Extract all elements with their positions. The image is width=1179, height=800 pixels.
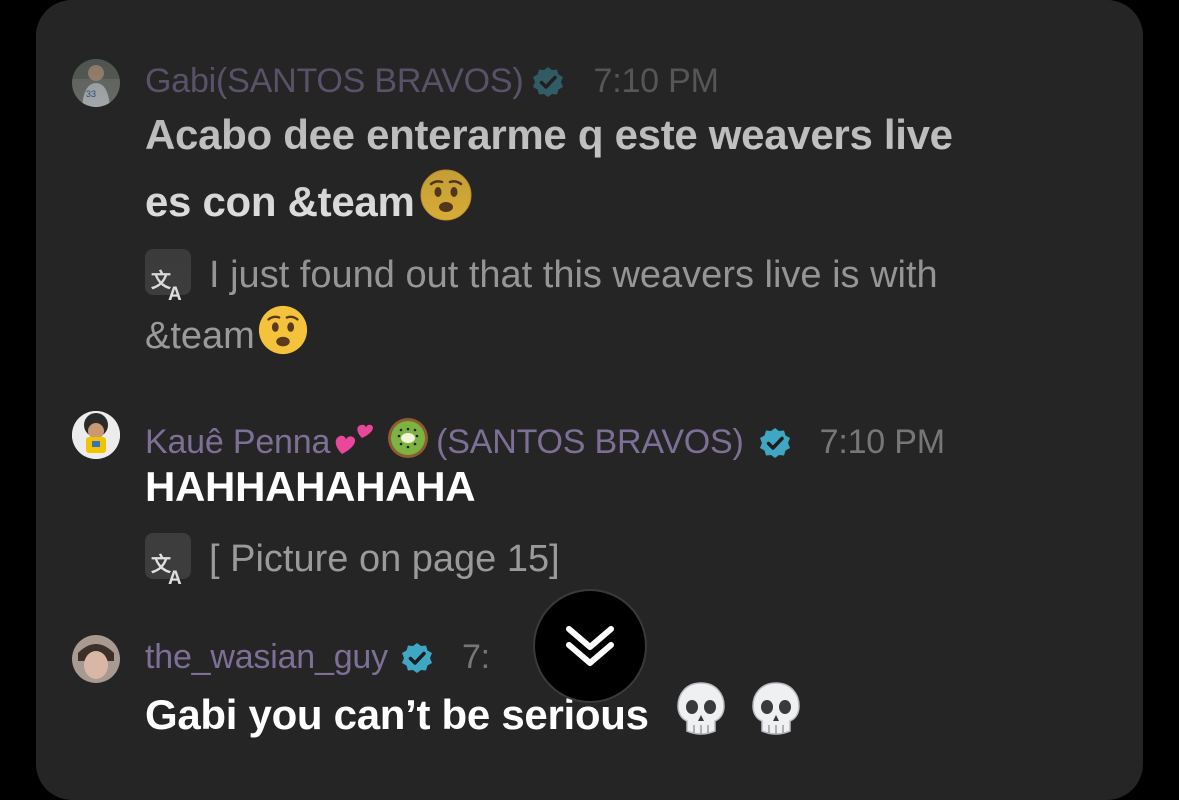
message-text-line: Acabo dee enterarme q este weavers live bbox=[145, 111, 953, 158]
avatar-gabi[interactable]: 33 bbox=[72, 59, 120, 107]
avatar-kaue[interactable] bbox=[72, 411, 120, 459]
message-header: the_wasian_guy 7: bbox=[145, 638, 490, 677]
translation: 文A I just found out that this weavers liv… bbox=[145, 246, 1095, 373]
translation-text: I just found out that this weavers live … bbox=[209, 254, 938, 296]
skull-icon bbox=[674, 679, 728, 758]
skull-icon bbox=[749, 679, 803, 758]
author-name[interactable]: the_wasian_guy bbox=[145, 638, 388, 677]
worried-face-icon bbox=[257, 304, 309, 373]
avatar-jersey-number: 33 bbox=[86, 89, 96, 99]
message-text: HAHHAHAHAHA bbox=[145, 463, 476, 510]
translation-text: [ Picture on page 15] bbox=[209, 538, 560, 580]
verified-badge-icon bbox=[531, 65, 565, 99]
translate-icon[interactable]: 文A bbox=[145, 249, 191, 305]
translate-icon[interactable]: 文A bbox=[145, 533, 191, 589]
chevron-double-down-icon bbox=[566, 626, 614, 666]
timestamp: 7: bbox=[461, 638, 490, 676]
avatar-wasian[interactable] bbox=[72, 635, 120, 683]
verified-badge-icon bbox=[400, 641, 434, 675]
message-header: Gabi(SANTOS BRAVOS) 7:10 PM bbox=[145, 62, 719, 101]
scroll-to-bottom-button[interactable] bbox=[533, 589, 647, 703]
translation-line: 文A I just found out that this weavers liv… bbox=[145, 246, 1095, 305]
timestamp: 7:10 PM bbox=[593, 62, 719, 100]
translation-line: &team bbox=[145, 304, 1095, 373]
translation-text: &team bbox=[145, 315, 255, 357]
author-name[interactable]: Gabi(SANTOS BRAVOS) bbox=[145, 62, 524, 101]
translation: 文 A [ Picture on page 15] bbox=[145, 530, 1095, 589]
message-text-line: es con &team bbox=[145, 168, 1105, 241]
message-text: Acabo dee enterarme q este weavers live … bbox=[145, 102, 1105, 241]
message-text-fragment: es con &team bbox=[145, 178, 415, 225]
worried-face-icon bbox=[419, 168, 473, 241]
